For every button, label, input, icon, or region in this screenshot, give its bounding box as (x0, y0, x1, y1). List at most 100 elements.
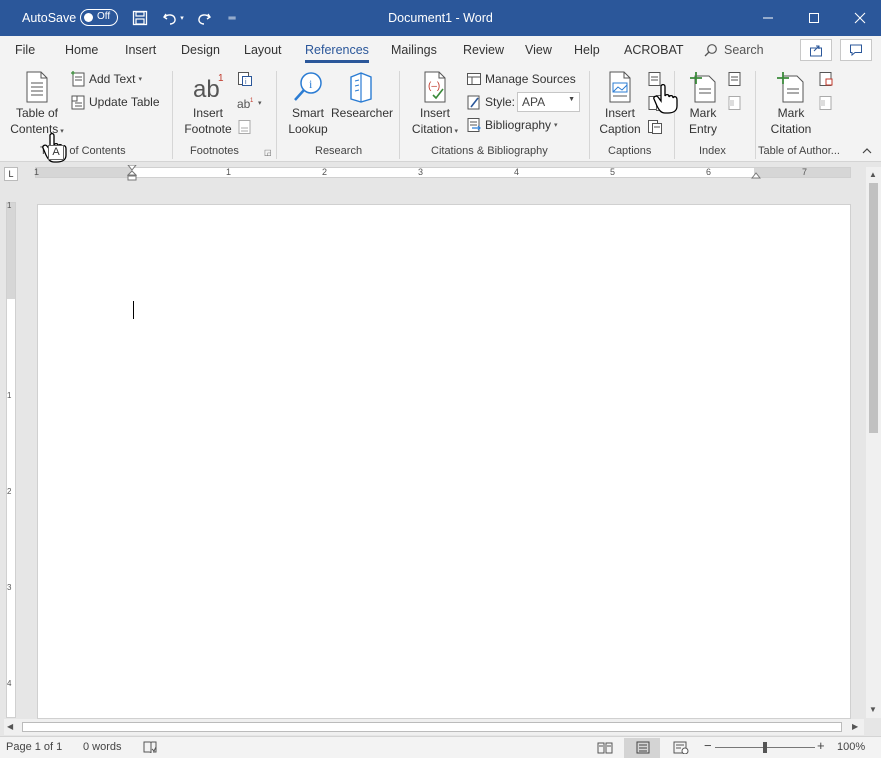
cross-reference-icon (648, 120, 662, 134)
close-icon[interactable] (845, 4, 875, 32)
right-indent-icon[interactable] (751, 170, 761, 179)
collapse-ribbon-icon[interactable] (862, 147, 872, 158)
scrollbar-thumb[interactable] (22, 722, 842, 732)
word-count[interactable]: 0 words (83, 741, 122, 753)
next-footnote-icon: ab 1 (237, 97, 254, 111)
style-select[interactable]: APA ▼ (517, 92, 580, 112)
scroll-left-icon[interactable]: ◀ (7, 722, 13, 731)
zoom-level[interactable]: 100% (837, 741, 865, 753)
smart-lookup-icon: i (294, 72, 322, 101)
tab-layout[interactable]: Layout (244, 43, 282, 57)
ruler-top-margin (7, 203, 15, 299)
print-layout-icon[interactable] (635, 741, 651, 757)
tab-review[interactable]: Review (463, 43, 504, 57)
mark-citation-line1: Mark (777, 106, 805, 120)
insert-index-button[interactable] (727, 71, 743, 87)
tab-home[interactable]: Home (65, 43, 98, 57)
comments-button[interactable] (840, 39, 872, 61)
vertical-scrollbar[interactable]: ▲ ▼ (866, 167, 881, 718)
update-table-label: Update Table (89, 95, 160, 109)
group-label-captions: Captions (608, 145, 652, 157)
svg-text:(–): (–) (428, 81, 440, 92)
tab-file[interactable]: File (15, 43, 35, 57)
vertical-ruler[interactable]: 1 1 2 3 4 (6, 201, 16, 718)
update-table-button[interactable]: Update Table (70, 94, 160, 110)
ruler-number: 1 (34, 167, 40, 177)
search-box[interactable]: Search (704, 43, 764, 57)
tab-selector[interactable]: L (4, 167, 18, 181)
next-footnote-button[interactable]: ab 1 ▾ (237, 95, 262, 111)
update-table-icon (71, 95, 85, 110)
show-notes-button[interactable] (237, 119, 253, 135)
document-title: Document1 - Word (388, 11, 493, 25)
horizontal-ruler[interactable]: 1 1 2 3 4 5 6 7 (34, 165, 851, 181)
page-count[interactable]: Page 1 of 1 (6, 741, 62, 753)
table-of-contents-button[interactable]: Table of Contents ▾ (8, 71, 66, 140)
bibliography-icon (467, 118, 481, 132)
ruler-number: 3 (7, 583, 12, 592)
zoom-out-button[interactable]: − (704, 738, 712, 753)
web-layout-icon[interactable] (673, 741, 689, 757)
tab-insert[interactable]: Insert (125, 43, 156, 57)
scroll-up-icon[interactable]: ▲ (869, 170, 877, 179)
style-value: APA (522, 95, 546, 109)
ribbon: Table of Contents ▾ Add Text ▾ Update Tab… (0, 65, 881, 162)
ruler-number: 4 (7, 679, 12, 688)
researcher-label: Researcher (331, 106, 394, 120)
ruler-number: 2 (7, 487, 12, 496)
insert-caption-button[interactable]: Insert Caption (596, 71, 644, 137)
insert-endnote-button[interactable]: i (237, 71, 253, 87)
footnote-label-line2: Footnote (184, 122, 232, 136)
cross-reference-button[interactable] (647, 119, 663, 135)
zoom-slider-thumb[interactable] (763, 742, 767, 753)
insert-footnote-button[interactable]: ab 1 Insert Footnote (180, 71, 236, 137)
smart-lookup-button[interactable]: i Smart Lookup (283, 71, 333, 137)
mark-entry-button[interactable]: Mark Entry (682, 71, 724, 137)
status-bar: Page 1 of 1 0 words − + 100% (0, 736, 881, 758)
read-mode-icon[interactable] (597, 741, 613, 757)
minimize-icon[interactable] (753, 4, 783, 32)
svg-text:1: 1 (250, 98, 254, 104)
share-button[interactable] (800, 39, 832, 61)
scroll-right-icon[interactable]: ▶ (852, 722, 858, 731)
ribbon-tabs: File Home Insert Design Layout Reference… (0, 36, 881, 65)
zoom-in-button[interactable]: + (817, 738, 825, 753)
mark-citation-line2: Citation (770, 122, 812, 136)
proofing-icon[interactable] (143, 741, 157, 757)
scroll-down-icon[interactable]: ▼ (869, 705, 877, 714)
group-label-citations: Citations & Bibliography (431, 145, 548, 157)
tab-help[interactable]: Help (574, 43, 600, 57)
footnote-icon: ab 1 (193, 73, 224, 103)
scrollbar-thumb[interactable] (869, 183, 878, 433)
bibliography-button[interactable]: Bibliography ▾ (466, 117, 558, 133)
tab-view[interactable]: View (525, 43, 552, 57)
insert-citation-line2: Citation (411, 122, 453, 136)
update-index-button[interactable] (727, 95, 743, 111)
insert-caption-line1: Insert (604, 106, 635, 120)
add-text-button[interactable]: Add Text ▾ (70, 71, 142, 87)
update-table-of-authorities-button[interactable] (818, 95, 834, 111)
tab-design[interactable]: Design (181, 43, 220, 57)
researcher-button[interactable]: Researcher (331, 71, 394, 121)
group-separator (276, 71, 277, 159)
maximize-icon[interactable] (799, 4, 829, 32)
chevron-down-icon: ▾ (258, 100, 262, 107)
tab-mailings[interactable]: Mailings (391, 43, 437, 57)
footnotes-dialog-launcher[interactable]: ◲ (264, 148, 272, 157)
svg-text:1: 1 (218, 73, 224, 84)
insert-citation-button[interactable]: (–) Insert Citation ▾ (406, 71, 464, 140)
insert-table-of-authorities-button[interactable] (818, 71, 834, 87)
add-text-label: Add Text (89, 72, 136, 86)
horizontal-scrollbar[interactable]: ◀ ▶ (4, 719, 864, 735)
smart-lookup-line1: Smart (291, 106, 324, 120)
toc-label-line1: Table of (15, 106, 59, 120)
mark-citation-button[interactable]: Mark Citation (764, 71, 818, 137)
search-icon (704, 44, 717, 57)
document-page[interactable] (37, 204, 851, 719)
tab-references[interactable]: References (305, 43, 369, 63)
manage-sources-button[interactable]: Manage Sources (466, 71, 576, 87)
tab-acrobat[interactable]: ACROBAT (624, 43, 684, 57)
mark-entry-line1: Mark (689, 106, 717, 120)
search-label: Search (724, 43, 764, 57)
indent-marker-icon[interactable] (127, 165, 137, 181)
